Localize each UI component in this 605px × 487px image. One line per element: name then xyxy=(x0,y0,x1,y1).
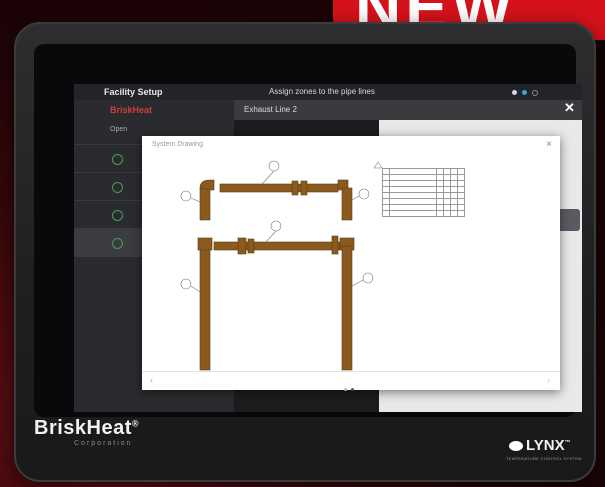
zone-marker-icon xyxy=(180,278,192,290)
pipe-elbow xyxy=(197,237,213,251)
pipe-segment xyxy=(213,241,341,251)
pipe-drawing xyxy=(180,160,383,371)
sidebar-subtitle: Open xyxy=(110,126,128,133)
pipe-fitting xyxy=(291,180,299,196)
product-mark: ™ xyxy=(564,440,571,446)
bill-of-materials-table xyxy=(382,168,465,217)
zone-marker-icon xyxy=(268,160,280,172)
brand-logo: BriskHeat® xyxy=(34,417,139,440)
pipe-elbow xyxy=(199,179,215,191)
page-dot[interactable] xyxy=(351,388,354,391)
pipe-segment xyxy=(219,183,339,193)
pipe-fitting xyxy=(247,238,255,254)
zone-marker-icon xyxy=(362,272,374,284)
pipe-segment xyxy=(341,187,353,221)
status-dot-icon xyxy=(532,90,538,96)
pipe-segment xyxy=(341,245,353,371)
check-icon xyxy=(112,210,123,221)
product-name: LYNX xyxy=(526,437,565,454)
zone-marker-icon xyxy=(358,188,370,200)
product-subtitle: TEMPERATURE CONTROL SYSTEM xyxy=(506,456,582,461)
brand-mark: ® xyxy=(131,418,140,429)
chevron-left-icon[interactable]: ‹ xyxy=(150,375,153,385)
touch-screen: Facility Setup Assign zones to the pipe … xyxy=(74,84,582,412)
page-indicator xyxy=(342,378,356,396)
zone-marker-icon xyxy=(270,220,282,232)
instruction-text: Assign zones to the pipe lines xyxy=(269,87,375,96)
lynx-icon xyxy=(509,441,523,452)
close-icon[interactable]: ✕ xyxy=(564,100,575,116)
dialog-footer: ‹ › xyxy=(142,371,560,391)
screen-bezel: Facility Setup Assign zones to the pipe … xyxy=(34,44,582,417)
pipe-fitting xyxy=(237,237,247,255)
chevron-right-icon[interactable]: › xyxy=(547,375,550,385)
zone-marker-icon xyxy=(180,190,192,202)
pipe-segment xyxy=(199,241,211,371)
page-dot[interactable] xyxy=(344,388,347,391)
sidebar-logo: BriskHeat xyxy=(110,105,153,115)
check-icon xyxy=(112,154,123,165)
pipe-fitting xyxy=(300,180,308,196)
status-dot-icon xyxy=(512,90,517,95)
table-row xyxy=(382,210,465,217)
warning-marker-icon xyxy=(373,161,383,169)
close-icon[interactable]: × xyxy=(546,139,552,150)
brand-subtitle: Corporation xyxy=(74,440,133,447)
status-dot-icon xyxy=(522,90,527,95)
product-logo: LYNX™ xyxy=(509,437,571,454)
system-drawing-dialog: System Drawing × ‹ › xyxy=(142,136,560,391)
check-icon xyxy=(112,238,123,249)
dialog-title: System Drawing xyxy=(152,141,203,148)
brand-name: BriskHeat xyxy=(34,417,132,439)
breadcrumb: Exhaust Line 2 xyxy=(244,105,297,114)
check-icon xyxy=(112,182,123,193)
controller-device: Facility Setup Assign zones to the pipe … xyxy=(14,22,596,482)
pipe-fitting xyxy=(331,235,339,255)
app-title: Facility Setup xyxy=(104,87,163,97)
pipe-segment xyxy=(199,187,211,221)
